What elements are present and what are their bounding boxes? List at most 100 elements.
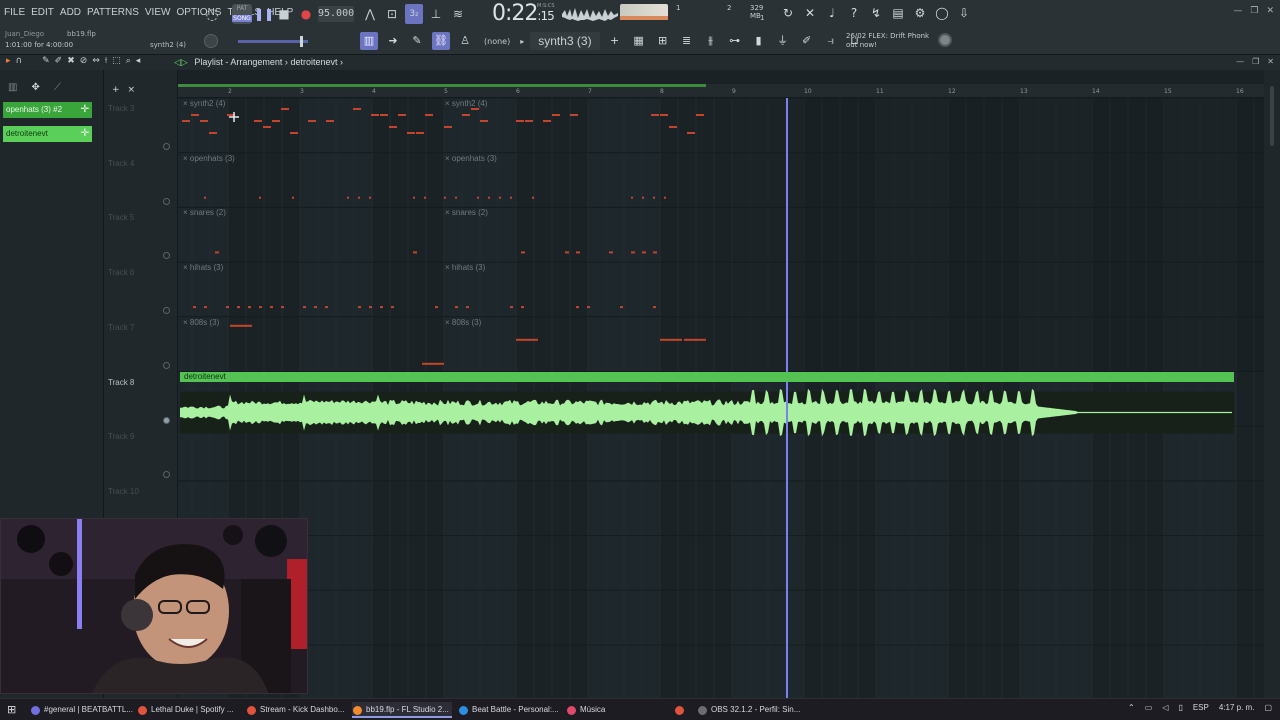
pattern-clip-label[interactable]: × 808s (3) (183, 318, 219, 327)
pattern-clip-label[interactable]: × synth2 (4) (445, 99, 487, 108)
arrangement-name[interactable]: detroitenevt (290, 57, 337, 67)
download-icon[interactable]: ⇩ (956, 5, 972, 21)
wait-input-icon[interactable]: ⊡ (384, 6, 400, 22)
playlist-icon[interactable]: ▦ (630, 32, 648, 50)
playback-tool-icon[interactable]: ◂ (136, 56, 141, 66)
pattern-clip-label[interactable]: × openhats (3) (445, 154, 497, 163)
playlist-menu-icon[interactable]: ▸ (6, 56, 11, 66)
tray-arrow-icon[interactable]: ⌃ (1128, 703, 1135, 712)
maximize-icon[interactable]: ❐ (1250, 6, 1258, 16)
picker-view-icon[interactable]: ▥ (8, 82, 17, 93)
metronome-icon[interactable]: ⋀ (362, 6, 378, 22)
remove-track-icon[interactable]: × (128, 85, 136, 95)
track-mute-button[interactable] (163, 197, 170, 205)
minimize-icon[interactable]: — (1233, 6, 1242, 16)
draw-tool-icon[interactable]: ✎ (42, 56, 50, 66)
plugin-database-icon[interactable]: ⚙ (912, 5, 928, 21)
playlist-minimize-icon[interactable]: — (1236, 57, 1244, 66)
pause-icon[interactable]: ❚❚ (254, 6, 274, 22)
mixer-icon[interactable]: ≣ (678, 32, 696, 50)
playlist-canvas[interactable] (178, 98, 1264, 698)
audio-clip-header[interactable]: detroitenevt (180, 372, 1234, 382)
news-ticker[interactable]: 26/02 FLEX: Drift Phonk out now! (846, 32, 929, 50)
start-icon[interactable]: ⊞ (7, 703, 16, 716)
master-pitch-knob[interactable] (204, 34, 218, 48)
taskbar-item[interactable] (674, 702, 688, 718)
tray-language[interactable]: ESP (1193, 703, 1209, 712)
tray-clock[interactable]: 4:17 p. m. (1219, 703, 1255, 712)
scrollbar-thumb[interactable] (1270, 86, 1274, 146)
help-icon[interactable]: ? (846, 5, 862, 21)
tray-volume-icon[interactable]: ◁ (1162, 703, 1168, 712)
track-label[interactable]: Track 9 (108, 432, 134, 441)
menu-file[interactable]: FILE (4, 7, 25, 18)
track-label[interactable]: Track 7 (108, 323, 134, 332)
online-globe-icon[interactable] (938, 33, 952, 47)
master-volume-slider[interactable] (238, 36, 308, 47)
tray-network-icon[interactable]: ▭ (1145, 703, 1153, 712)
pattern-selector[interactable]: synth3 (3) (530, 32, 600, 50)
magnet-icon[interactable]: ∩ (16, 56, 23, 66)
slip-tool-icon[interactable]: ⇔ (92, 56, 100, 66)
play-icon[interactable]: ◁▷ (174, 57, 188, 67)
snap-selector[interactable]: (none) (480, 37, 514, 46)
track-label[interactable]: Track 3 (108, 104, 134, 113)
brush-icon[interactable]: ✐ (798, 32, 816, 50)
taskbar-item[interactable]: #general | BEATBATTL... (30, 702, 133, 718)
stamp-icon[interactable]: ♙ (456, 32, 474, 50)
menu-view[interactable]: VIEW (145, 7, 171, 18)
track-label[interactable]: Track 10 (108, 487, 139, 496)
browser-icon[interactable]: ⊶ (726, 32, 744, 50)
undo-history-icon[interactable]: ↻ (780, 5, 796, 21)
countdown-icon[interactable]: 3₂ (405, 4, 423, 24)
timeline-ruler[interactable]: 2 3 4 5 6 7 8 9 10 11 12 13 14 15 16 (178, 84, 1264, 98)
arrow-icon[interactable]: ➜ (384, 32, 402, 50)
picker-item-detroitenevt[interactable]: detroitenevt ✛ (3, 126, 92, 142)
script-icon[interactable]: ⥽ (822, 32, 840, 50)
track-mute-button[interactable] (163, 471, 170, 479)
track-mute-button[interactable] (163, 252, 170, 260)
close-icon[interactable]: ✕ (1266, 6, 1274, 16)
pattern-song-switch[interactable]: PAT SONG (232, 4, 252, 24)
chat-icon[interactable]: ◯ (934, 5, 950, 21)
slice-tool-icon[interactable]: ⟊ (105, 56, 107, 66)
track-mute-button[interactable] (163, 307, 170, 315)
taskbar-item[interactable]: Lethal Duke | Spotify ... (137, 702, 239, 718)
mute-tool-icon[interactable]: ⊘ (80, 56, 88, 66)
picker-item-openhats[interactable]: openhats (3) #2 ✛ (3, 102, 92, 118)
pattern-clip-label[interactable]: × hihats (3) (183, 263, 223, 272)
blend-notes-icon[interactable]: ≋ (450, 6, 466, 22)
pencil-icon[interactable]: ✎ (408, 32, 426, 50)
pattern-clip-label[interactable]: × snares (2) (445, 208, 488, 217)
add-track-icon[interactable]: + (112, 85, 120, 95)
clipboard-icon[interactable]: ▮ (750, 32, 768, 50)
track-mute-button[interactable] (163, 416, 170, 424)
pattern-arrow-icon[interactable]: ▸ (520, 37, 524, 46)
select-tool-icon[interactable]: ⬚ (112, 56, 121, 66)
pattern-clip-label[interactable]: × hihats (3) (445, 263, 485, 272)
track-mute-button[interactable] (163, 361, 170, 369)
taskbar-item[interactable]: bb19.flp - FL Studio 2... (352, 702, 452, 718)
taskbar-item[interactable]: Música (566, 702, 616, 718)
zoom-tool-icon[interactable]: ⌕ (126, 56, 131, 66)
taskbar-item[interactable]: Stream - Kick Dashbo... (246, 702, 344, 718)
tray-battery-icon[interactable]: ▯ (1178, 703, 1182, 712)
step-edit-icon[interactable]: ⊥ (428, 6, 444, 22)
loop-record-icon[interactable]: ◌ (204, 6, 220, 22)
track-label[interactable]: Track 8 (108, 378, 134, 387)
pattern-clip-label[interactable]: × 808s (3) (445, 318, 481, 327)
stop-icon[interactable]: ■ (276, 6, 292, 22)
menu-patterns[interactable]: PATTERNS (87, 7, 139, 18)
picker-add-icon[interactable]: ✛ (81, 126, 89, 142)
taskbar-item[interactable]: OBS 32.1.2 - Perfil: Sin... (697, 702, 801, 718)
playlist-grid[interactable]: 2 3 4 5 6 7 8 9 10 11 12 13 14 15 16 detroitenevt × sy… (178, 84, 1264, 698)
track-mute-button[interactable] (163, 143, 170, 150)
taskbar-item[interactable]: Beat Battle - Personal:... (458, 702, 559, 718)
microphone-icon[interactable]: ♩ (824, 5, 840, 21)
picker-add-icon[interactable]: ✛ (81, 102, 89, 118)
playlist-maximize-icon[interactable]: ❐ (1252, 57, 1259, 66)
delete-tool-icon[interactable]: ✖ (67, 56, 75, 66)
menu-edit[interactable]: EDIT (31, 7, 54, 18)
menu-add[interactable]: ADD (60, 7, 81, 18)
paint-tool-icon[interactable]: ✐ (55, 56, 63, 66)
